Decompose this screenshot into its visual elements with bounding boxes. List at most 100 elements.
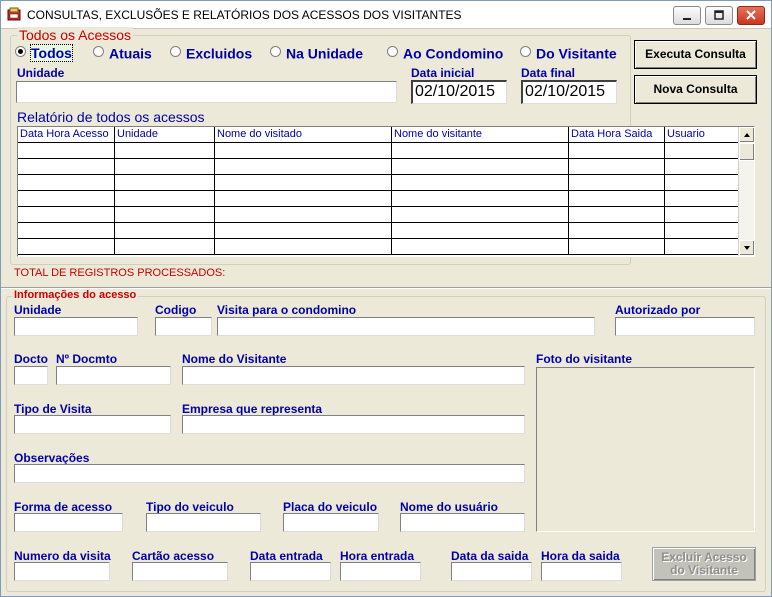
table-cell[interactable] (115, 143, 215, 159)
report-table[interactable]: Data Hora Acesso Unidade Nome do visitad… (17, 126, 755, 257)
docto-input[interactable] (14, 366, 48, 385)
table-cell[interactable] (215, 175, 392, 191)
table-cell[interactable] (665, 239, 739, 255)
table-cell[interactable] (569, 159, 665, 175)
table-cell[interactable] (215, 159, 392, 175)
maximize-button[interactable] (705, 6, 733, 25)
table-cell[interactable] (392, 143, 569, 159)
table-cell[interactable] (569, 223, 665, 239)
table-cell[interactable] (569, 143, 665, 159)
nova-consulta-button[interactable]: Nova Consulta (634, 75, 757, 104)
table-cell[interactable] (18, 239, 115, 255)
data-inicial-input[interactable]: 02/10/2015 (411, 80, 507, 104)
table-row[interactable] (18, 239, 739, 255)
table-cell[interactable] (665, 143, 739, 159)
unidade-filter-input[interactable] (16, 81, 397, 103)
placa-veiculo-input[interactable] (283, 513, 379, 532)
table-cell[interactable] (18, 159, 115, 175)
tipo-visita-input[interactable] (14, 415, 171, 434)
radio-atuais[interactable]: Atuais (93, 44, 152, 62)
table-row[interactable] (18, 159, 739, 175)
table-cell[interactable] (18, 191, 115, 207)
table-cell[interactable] (115, 239, 215, 255)
table-cell[interactable] (665, 159, 739, 175)
nome-visitante-input[interactable] (182, 366, 525, 385)
column-header[interactable]: Nome do visitante (392, 127, 569, 143)
visita-para-label: Visita para o condomino (217, 303, 357, 317)
table-cell[interactable] (115, 223, 215, 239)
table-cell[interactable] (569, 239, 665, 255)
tipo-veiculo-input[interactable] (146, 513, 261, 532)
table-cell[interactable] (215, 143, 392, 159)
table-cell[interactable] (215, 239, 392, 255)
scroll-up-button[interactable] (739, 127, 754, 143)
table-cell[interactable] (665, 207, 739, 223)
table-cell[interactable] (215, 223, 392, 239)
table-cell[interactable] (115, 159, 215, 175)
radio-todos[interactable]: Todos (15, 44, 73, 63)
num-docmto-input[interactable] (56, 366, 171, 385)
executa-consulta-button[interactable]: Executa Consulta (634, 40, 757, 69)
nome-usuario-input[interactable] (400, 513, 525, 532)
scroll-down-button[interactable] (739, 240, 754, 256)
table-cell[interactable] (392, 191, 569, 207)
table-cell[interactable] (215, 207, 392, 223)
visita-para-input[interactable] (217, 317, 595, 336)
table-cell[interactable] (18, 175, 115, 191)
table-cell[interactable] (115, 207, 215, 223)
table-cell[interactable] (392, 223, 569, 239)
table-row[interactable] (18, 175, 739, 191)
table-cell[interactable] (569, 207, 665, 223)
column-header[interactable]: Usuario (665, 127, 739, 143)
autorizado-por-input[interactable] (615, 317, 755, 336)
column-header[interactable]: Nome do visitado (215, 127, 392, 143)
table-cell[interactable] (569, 191, 665, 207)
hora-entrada-input[interactable] (340, 562, 421, 581)
table-cell[interactable] (392, 239, 569, 255)
data-final-input[interactable]: 02/10/2015 (521, 80, 617, 104)
empresa-label: Empresa que representa (182, 402, 323, 416)
table-row[interactable] (18, 207, 739, 223)
column-header[interactable]: Data Hora Saida (569, 127, 665, 143)
data-entrada-input[interactable] (250, 562, 331, 581)
table-cell[interactable] (392, 159, 569, 175)
table-cell[interactable] (18, 143, 115, 159)
numero-visita-input[interactable] (14, 562, 110, 581)
title-bar[interactable]: CONSULTAS, EXCLUSÕES E RELATÓRIOS DOS AC… (1, 1, 771, 29)
radio-do-visitante[interactable]: Do Visitante (520, 44, 617, 62)
observacoes-input[interactable] (14, 464, 525, 483)
table-row[interactable] (18, 191, 739, 207)
table-cell[interactable] (115, 175, 215, 191)
table-cell[interactable] (665, 223, 739, 239)
table-cell[interactable] (18, 223, 115, 239)
cartao-acesso-input[interactable] (132, 562, 228, 581)
excluir-acesso-button[interactable]: Excluir Acesso do Visitante (652, 547, 756, 581)
column-header[interactable]: Unidade (115, 127, 215, 143)
scroll-thumb[interactable] (739, 143, 754, 161)
table-cell[interactable] (215, 191, 392, 207)
table-cell[interactable] (392, 207, 569, 223)
table-cell[interactable] (392, 175, 569, 191)
radio-ao-condomino[interactable]: Ao Condomino (387, 44, 503, 62)
hora-saida-input[interactable] (541, 562, 622, 581)
table-cell[interactable] (18, 207, 115, 223)
empresa-input[interactable] (182, 415, 525, 434)
close-button[interactable] (737, 6, 765, 25)
table-row[interactable] (18, 223, 739, 239)
radio-excluidos[interactable]: Excluidos (170, 44, 252, 62)
table-cell[interactable] (665, 191, 739, 207)
close-icon (746, 10, 756, 20)
radio-na-unidade[interactable]: Na Unidade (270, 44, 363, 62)
forma-acesso-input[interactable] (14, 513, 123, 532)
radio-icon (520, 45, 531, 57)
table-row[interactable] (18, 143, 739, 159)
column-header[interactable]: Data Hora Acesso (18, 127, 115, 143)
unidade-input[interactable] (14, 317, 138, 336)
table-cell[interactable] (665, 175, 739, 191)
minimize-button[interactable] (673, 6, 701, 25)
table-cell[interactable] (115, 191, 215, 207)
codigo-input[interactable] (155, 317, 212, 336)
data-saida-input[interactable] (451, 562, 532, 581)
table-scrollbar[interactable] (738, 127, 754, 256)
table-cell[interactable] (569, 175, 665, 191)
